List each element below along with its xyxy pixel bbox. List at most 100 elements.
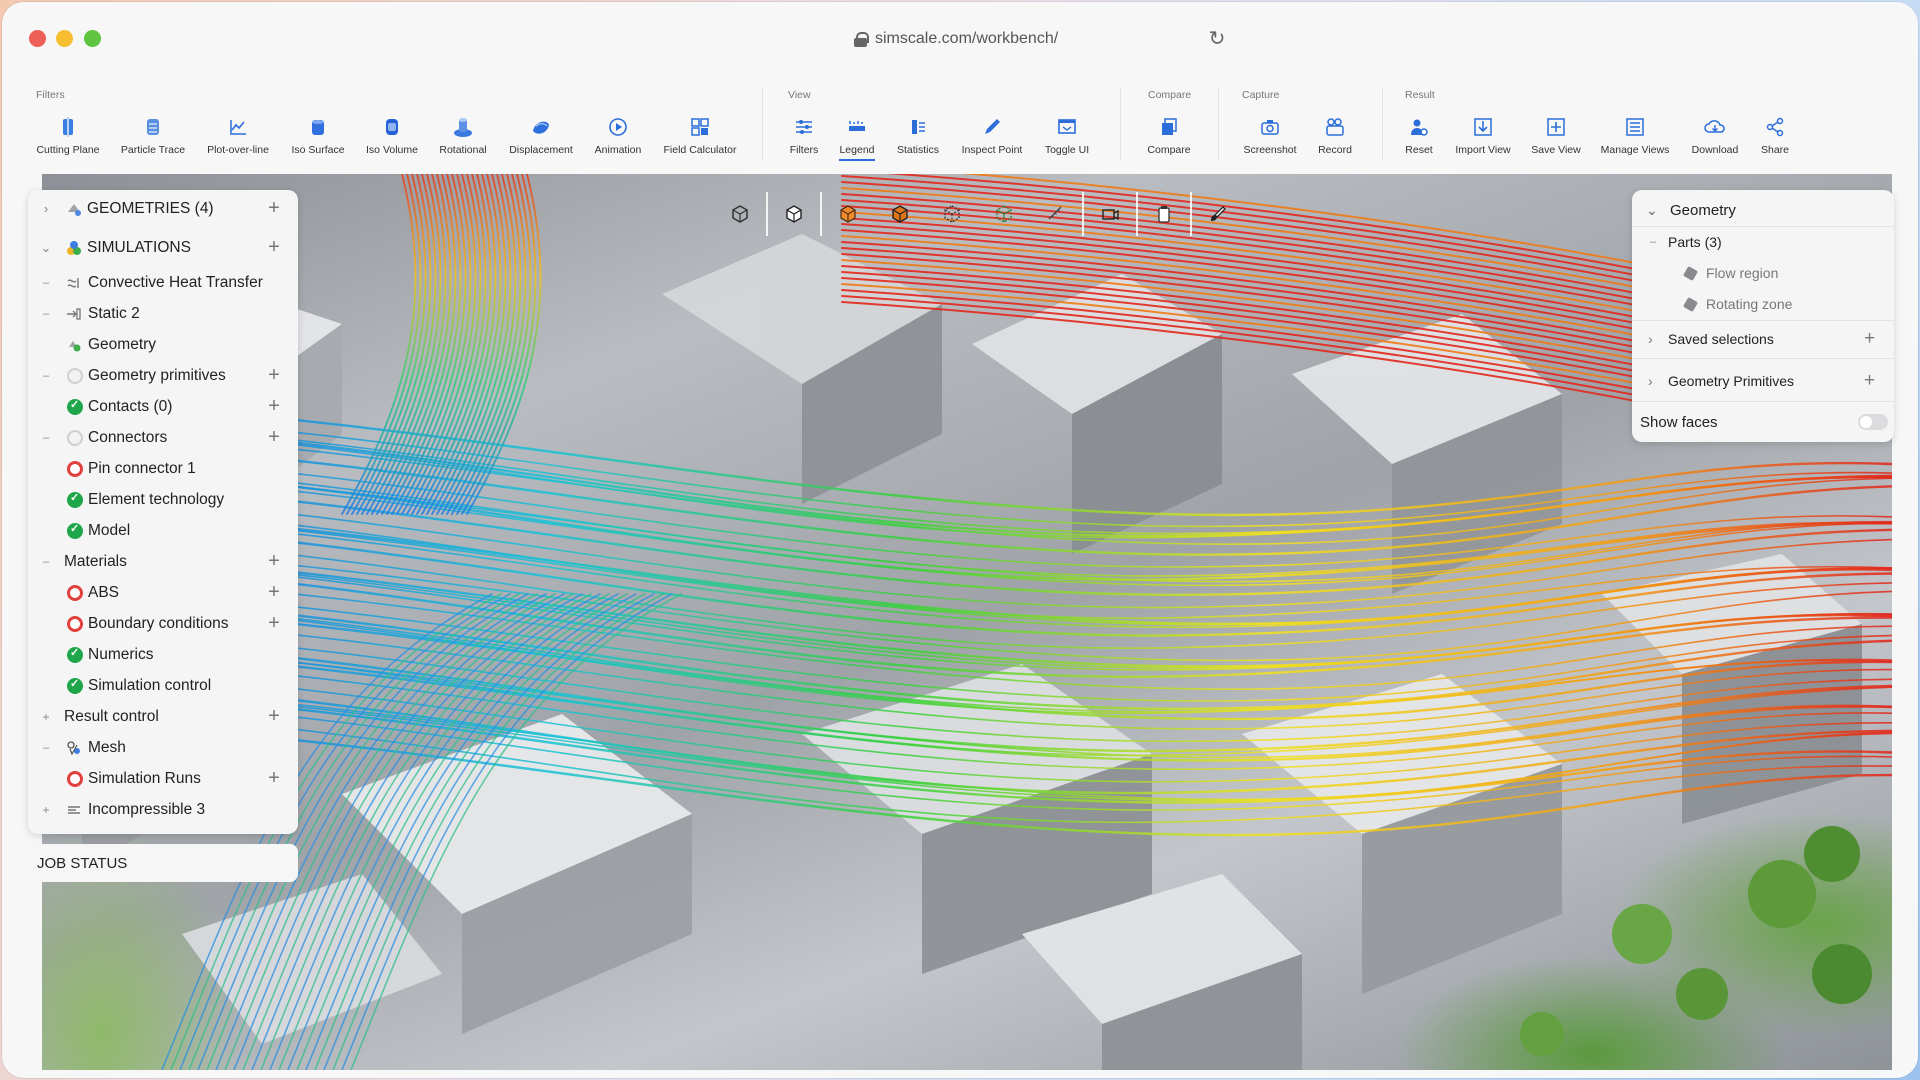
particle-trace-button[interactable]: Particle Trace bbox=[110, 116, 196, 156]
animation-button[interactable]: Animation bbox=[575, 116, 661, 156]
displacement-button[interactable]: Displacement bbox=[498, 116, 584, 156]
3d-viewport[interactable] bbox=[42, 174, 1892, 1070]
part-item-rotating-zone[interactable]: Rotating zone bbox=[1632, 292, 1894, 316]
tree-item-simulation-runs[interactable]: Simulation Runs + bbox=[28, 763, 298, 794]
cutting-plane-icon bbox=[57, 116, 79, 138]
chevron-right-icon[interactable]: › bbox=[1648, 331, 1653, 347]
cube-wire-green-icon[interactable] bbox=[978, 194, 1030, 234]
tree-item-mesh[interactable]: – Mesh bbox=[28, 732, 298, 763]
ruler-icon[interactable] bbox=[1030, 194, 1082, 234]
save-view-icon bbox=[1545, 116, 1567, 138]
tree-simulations-header[interactable]: ⌄ SIMULATIONS + bbox=[28, 232, 298, 263]
chevron-right-icon[interactable]: › bbox=[40, 201, 52, 216]
clipboard-icon[interactable] bbox=[1138, 194, 1190, 234]
tree-item-abs[interactable]: ABS + bbox=[28, 577, 298, 608]
field-calculator-button[interactable]: Field Calculator bbox=[657, 116, 743, 156]
tree-item-simulation-control[interactable]: Simulation control bbox=[28, 670, 298, 701]
add-contact-icon[interactable]: + bbox=[266, 395, 282, 418]
tree-item-contacts[interactable]: Contacts (0) + bbox=[28, 391, 298, 422]
add-result-control-icon[interactable]: + bbox=[266, 705, 282, 728]
expand-icon[interactable]: + bbox=[40, 710, 52, 724]
group-title-filters: Filters bbox=[36, 89, 65, 101]
rotational-button[interactable]: Rotational bbox=[420, 116, 506, 156]
tree-geometries-header[interactable]: › GEOMETRIES (4) + bbox=[28, 193, 298, 224]
collapse-icon[interactable]: – bbox=[40, 556, 52, 568]
tree-item-element-technology[interactable]: Element technology bbox=[28, 484, 298, 515]
status-ok-icon bbox=[67, 522, 83, 539]
tree-item-boundary-conditions[interactable]: Boundary conditions + bbox=[28, 608, 298, 639]
group-title-capture: Capture bbox=[1242, 89, 1280, 101]
cube-wire-icon[interactable] bbox=[926, 194, 978, 234]
job-status-bar[interactable]: JOB STATUS bbox=[28, 844, 298, 882]
cube-solid-icon[interactable] bbox=[768, 194, 820, 234]
brush-icon[interactable] bbox=[1192, 194, 1244, 234]
record-button[interactable]: Record bbox=[1292, 116, 1378, 156]
saved-selections-row[interactable]: › Saved selections + bbox=[1632, 326, 1894, 352]
toggle-ui-button[interactable]: Toggle UI bbox=[1024, 116, 1110, 156]
geometry-panel-header[interactable]: ⌄ Geometry bbox=[1632, 198, 1894, 222]
geometry-primitives-row[interactable]: › Geometry Primitives + bbox=[1632, 368, 1894, 394]
camera-view-icon[interactable] bbox=[1084, 194, 1136, 234]
tree-item-geometry-primitives[interactable]: – Geometry primitives + bbox=[28, 360, 298, 391]
chevron-down-icon[interactable]: ⌄ bbox=[1646, 202, 1658, 219]
simulations-icon bbox=[66, 240, 82, 256]
ribbon-divider bbox=[1120, 88, 1121, 160]
add-connector-icon[interactable]: + bbox=[266, 426, 282, 449]
manage-views-button[interactable]: Manage Views bbox=[1592, 116, 1678, 156]
save-view-button[interactable]: Save View bbox=[1513, 116, 1599, 156]
address-bar[interactable]: simscale.com/workbench/ bbox=[854, 28, 1058, 50]
close-window-button[interactable] bbox=[29, 30, 46, 47]
chevron-right-icon[interactable]: › bbox=[1648, 373, 1653, 389]
share-button[interactable]: Share bbox=[1732, 116, 1818, 156]
mesh-icon bbox=[66, 740, 82, 756]
parts-row[interactable]: – Parts (3) bbox=[1632, 230, 1894, 254]
tree-item-materials[interactable]: – Materials + bbox=[28, 546, 298, 577]
tree-item-result-control[interactable]: + Result control + bbox=[28, 701, 298, 732]
collapse-icon[interactable]: – bbox=[40, 308, 52, 320]
tree-item-pin-connector[interactable]: Pin connector 1 bbox=[28, 453, 298, 484]
reload-icon[interactable]: ↻ bbox=[1206, 28, 1228, 50]
minimize-window-button[interactable] bbox=[56, 30, 73, 47]
add-geometry-icon[interactable]: + bbox=[266, 197, 282, 220]
collapse-icon[interactable]: – bbox=[40, 370, 52, 382]
cube-outline-icon[interactable] bbox=[714, 194, 766, 234]
tree-item-geometry[interactable]: Geometry bbox=[28, 329, 298, 360]
tree-item-numerics[interactable]: Numerics bbox=[28, 639, 298, 670]
add-simulation-run-icon[interactable]: + bbox=[266, 767, 282, 790]
add-material-icon[interactable]: + bbox=[266, 550, 282, 573]
line-chart-icon bbox=[227, 116, 249, 138]
geometry-icon bbox=[66, 337, 82, 353]
cutting-plane-button[interactable]: Cutting Plane bbox=[25, 116, 111, 156]
maximize-window-button[interactable] bbox=[84, 30, 101, 47]
add-geometry-primitive-icon[interactable]: + bbox=[266, 364, 282, 387]
chevron-down-icon[interactable]: ⌄ bbox=[40, 240, 52, 256]
tree-item-convective[interactable]: – Convective Heat Transfer bbox=[28, 267, 298, 298]
add-primitive-icon[interactable]: + bbox=[1864, 370, 1875, 392]
tree-item-connectors[interactable]: – Connectors + bbox=[28, 422, 298, 453]
collapse-icon[interactable]: – bbox=[1650, 236, 1656, 248]
collapse-icon[interactable]: – bbox=[40, 742, 52, 754]
add-selection-icon[interactable]: + bbox=[1864, 328, 1875, 350]
panel-divider bbox=[1632, 401, 1894, 402]
add-boundary-condition-icon[interactable]: + bbox=[266, 612, 282, 635]
add-abs-icon[interactable]: + bbox=[266, 581, 282, 604]
show-faces-toggle[interactable] bbox=[1858, 414, 1888, 430]
part-item-flow-region[interactable]: Flow region bbox=[1632, 261, 1894, 285]
inspect-point-button[interactable]: Inspect Point bbox=[949, 116, 1035, 156]
compare-button[interactable]: Compare bbox=[1126, 116, 1212, 156]
expand-icon[interactable]: + bbox=[40, 803, 52, 817]
cube-orange-icon[interactable] bbox=[822, 194, 874, 234]
trees bbox=[1520, 826, 1872, 1056]
add-simulation-icon[interactable]: + bbox=[266, 236, 282, 259]
group-title-result: Result bbox=[1405, 89, 1435, 101]
tree-item-incompressible3[interactable]: + Incompressible 3 bbox=[28, 794, 298, 825]
cube-orange-dark-icon[interactable] bbox=[874, 194, 926, 234]
view-tool-strip bbox=[714, 190, 1244, 238]
collapse-icon[interactable]: – bbox=[40, 432, 52, 444]
static-icon bbox=[66, 306, 82, 322]
collapse-icon[interactable]: – bbox=[40, 277, 52, 289]
plot-over-line-button[interactable]: Plot-over-line bbox=[195, 116, 281, 156]
ribbon-toolbar: Filters View Compare Capture Result Cutt… bbox=[2, 74, 1918, 174]
tree-item-static2[interactable]: – Static 2 bbox=[28, 298, 298, 329]
tree-item-model[interactable]: Model bbox=[28, 515, 298, 546]
